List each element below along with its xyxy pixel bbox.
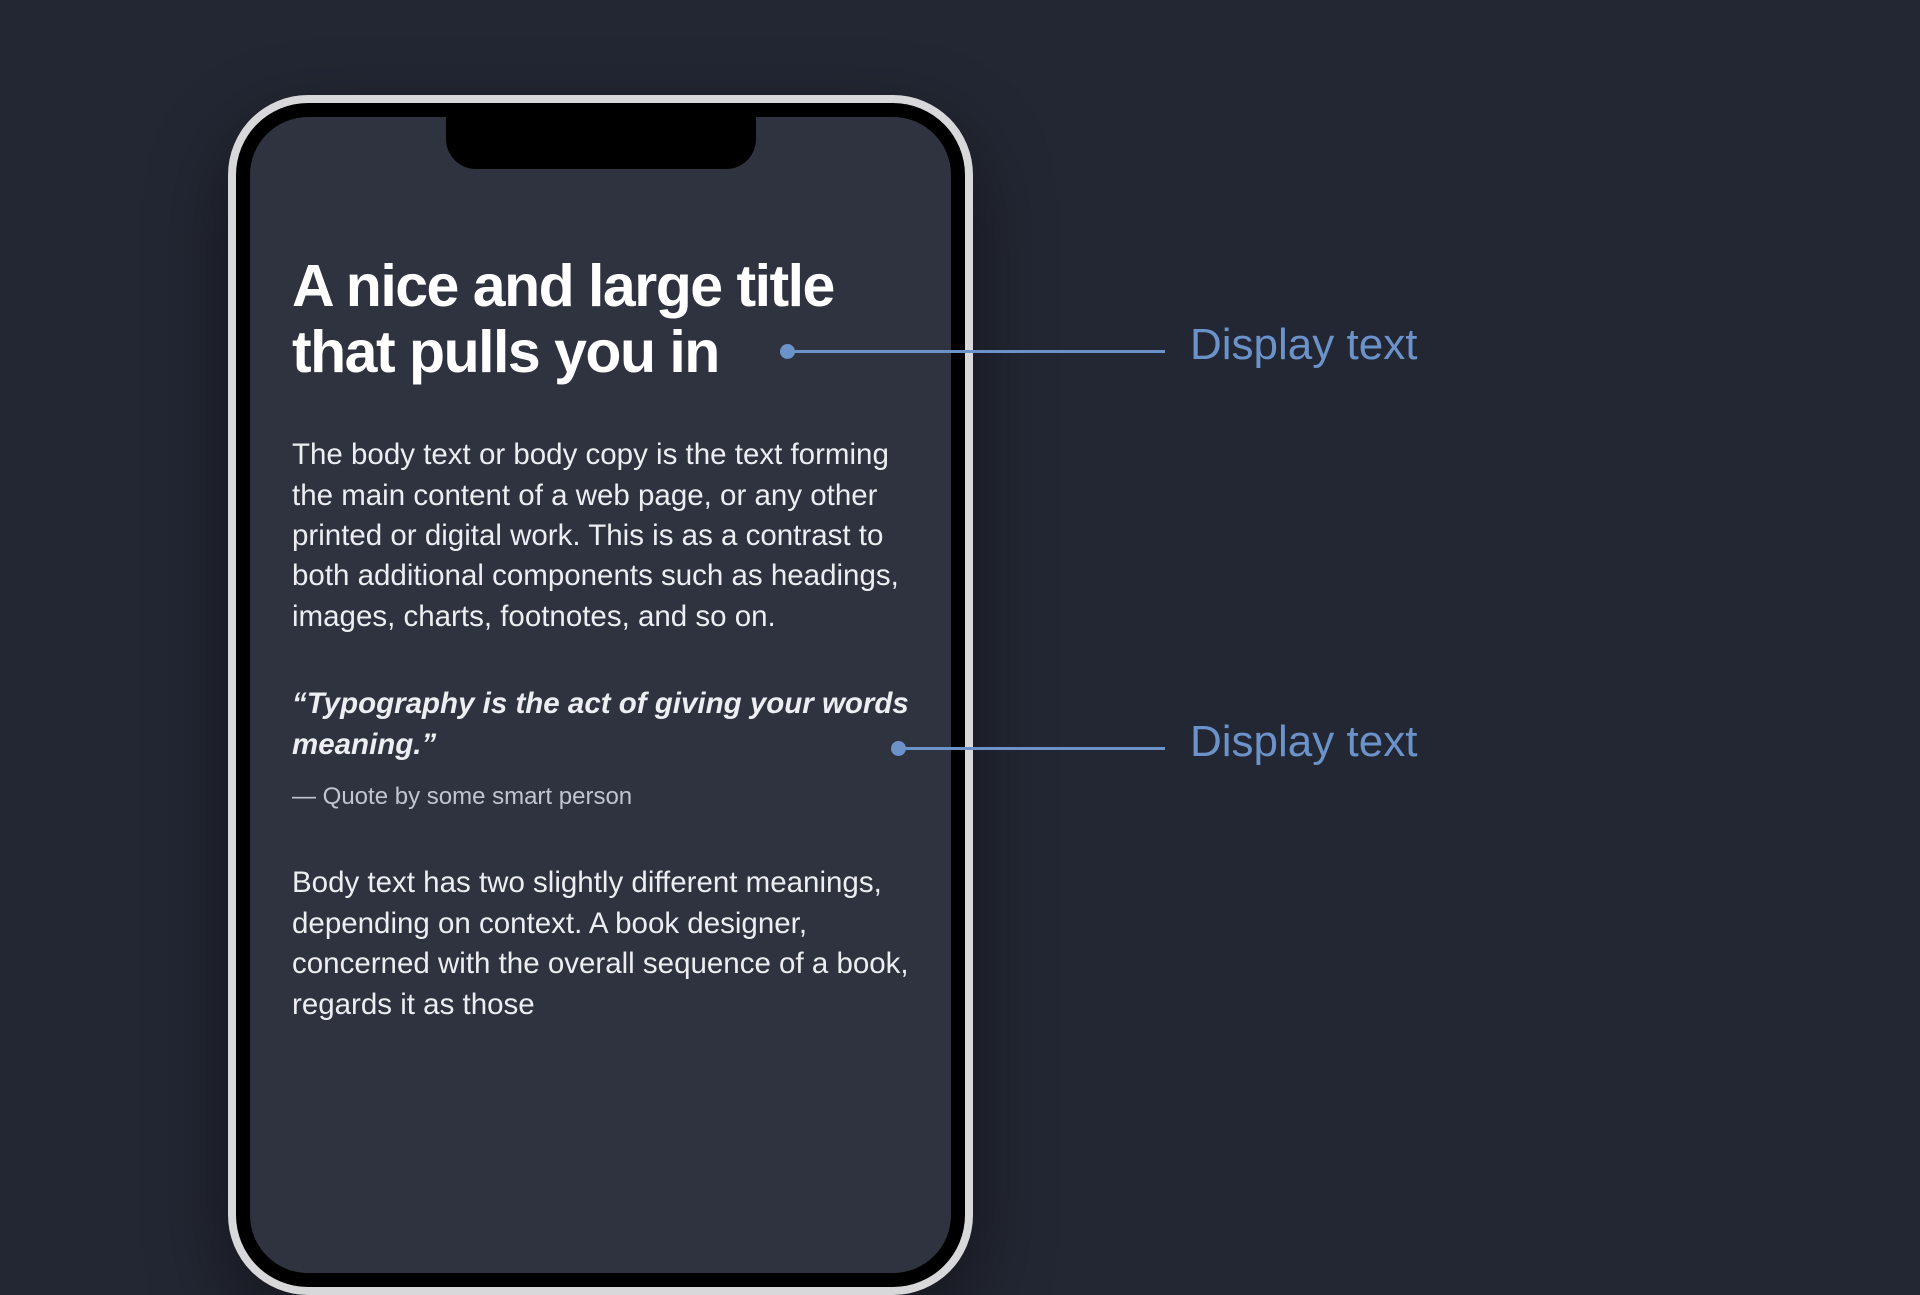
display-title: A nice and large title that pulls you in <box>292 253 909 385</box>
phone-screen: A nice and large title that pulls you in… <box>250 117 951 1273</box>
pull-quote: “Typography is the act of giving your wo… <box>292 683 909 766</box>
phone-notch <box>446 117 756 169</box>
annotation-label-display-text: Display text <box>1190 717 1417 767</box>
annotation-label-display-text: Display text <box>1190 320 1417 370</box>
annotation-line-icon <box>898 747 1165 750</box>
phone-frame: A nice and large title that pulls you in… <box>228 95 973 1295</box>
annotation-line-icon <box>787 350 1165 353</box>
body-paragraph-1: The body text or body copy is the text f… <box>292 435 909 637</box>
body-paragraph-2: Body text has two slightly different mea… <box>292 863 909 1025</box>
quote-attribution: — Quote by some smart person <box>292 780 909 814</box>
phone-bezel: A nice and large title that pulls you in… <box>236 103 965 1287</box>
